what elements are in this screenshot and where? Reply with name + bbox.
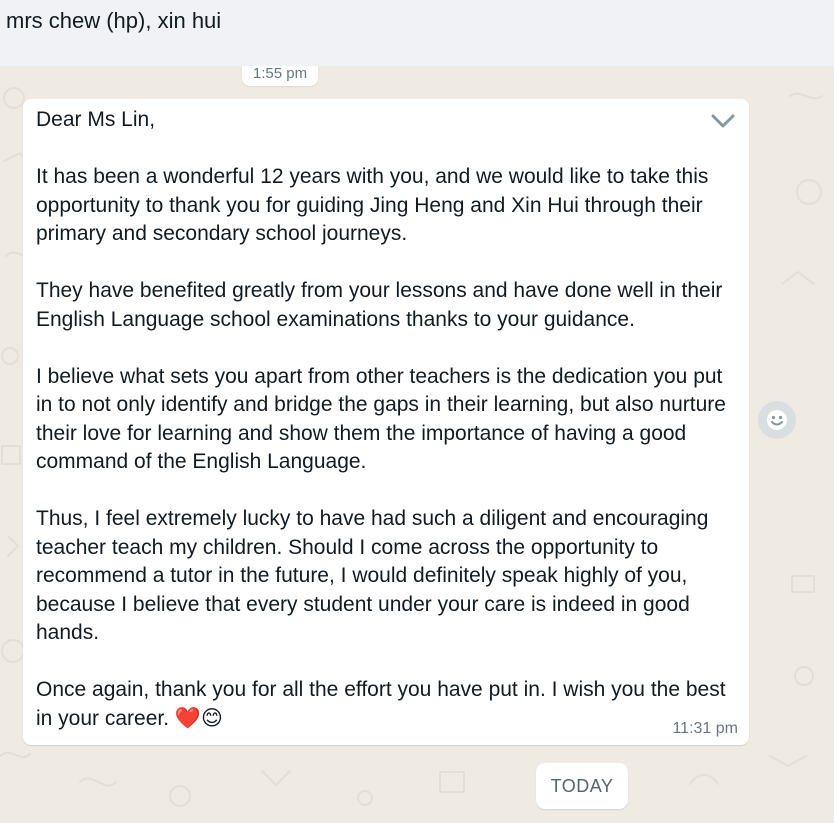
smiley-reaction-icon xyxy=(767,410,787,430)
previous-message-time: 1:55 pm xyxy=(242,66,318,86)
chat-header: mrs chew (hp), xin hui xyxy=(0,0,834,66)
message-bubble[interactable]: Dear Ms Lin, It has been a wonderful 12 … xyxy=(23,99,749,745)
chat-title[interactable]: mrs chew (hp), xin hui xyxy=(6,8,221,34)
date-divider-label: TODAY xyxy=(550,776,614,796)
reaction-button[interactable] xyxy=(758,401,796,439)
message-text: Dear Ms Lin, It has been a wonderful 12 … xyxy=(36,108,726,730)
message-time: 11:31 pm xyxy=(672,720,738,737)
time-label: 1:55 pm xyxy=(252,66,308,82)
chevron-down-icon[interactable] xyxy=(710,111,736,131)
date-divider: TODAY xyxy=(536,763,628,809)
chat-messages-area: 1:55 pm Dear Ms Lin, It has been a wonde… xyxy=(0,66,834,823)
